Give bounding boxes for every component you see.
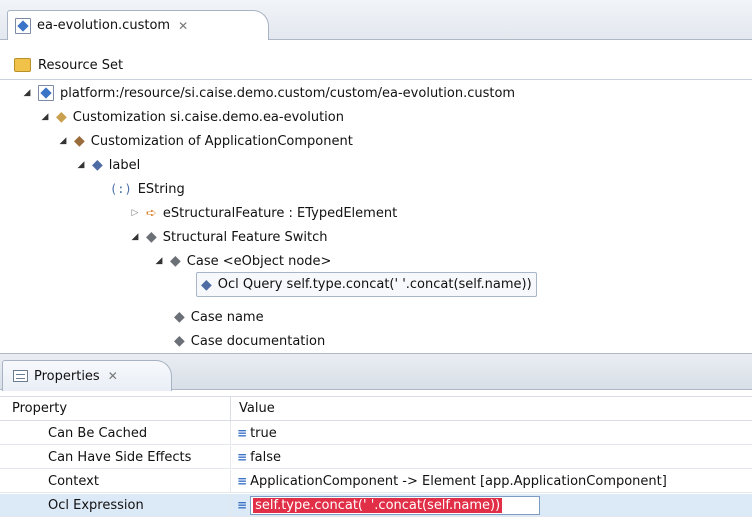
tree-node-label: Case name <box>190 309 264 325</box>
tree-node-customization-of[interactable]: ◢ ◆ Customization of ApplicationComponen… <box>58 129 353 153</box>
close-icon[interactable]: ✕ <box>108 369 118 383</box>
tree-node-label: platform:/resource/si.caise.demo.custom/… <box>60 85 516 101</box>
tree-node-label: Case <eObject node> <box>186 253 332 269</box>
property-value: true <box>250 425 277 441</box>
property-name: Can Have Side Effects <box>48 449 192 465</box>
value-icon: ≡ <box>237 450 247 464</box>
tree-node-label: Structural Feature Switch <box>162 229 328 245</box>
property-row-can-have-side-effects[interactable]: Can Have Side Effects ≡ false <box>0 446 752 469</box>
model-tree: ◢ platform:/resource/si.caise.demo.custo… <box>0 80 752 353</box>
tree-node-label: label <box>108 157 141 173</box>
property-value-cell[interactable]: ≡ ApplicationComponent -> Element [app.A… <box>230 470 752 492</box>
datatype-icon: (:) <box>110 182 132 196</box>
property-row-can-be-cached[interactable]: Can Be Cached ≡ true <box>0 422 752 445</box>
tree-node-case-documentation[interactable]: ◆ Case documentation <box>174 329 325 353</box>
file-icon <box>38 85 54 101</box>
tree-node-label: EString <box>137 181 185 197</box>
tree-node-label: Customization of ApplicationComponent <box>90 133 353 149</box>
expand-toggle[interactable]: ◢ <box>76 160 86 170</box>
property-row-context[interactable]: Context ≡ ApplicationComponent -> Elemen… <box>0 470 752 493</box>
tree-node-label: Case documentation <box>190 333 326 349</box>
tree-node-label: Ocl Query self.type.concat(' '.concat(se… <box>217 277 532 292</box>
column-divider[interactable] <box>230 397 231 422</box>
grid-header: Property Value <box>0 396 752 422</box>
tree-node-resource[interactable]: ◢ platform:/resource/si.caise.demo.custo… <box>22 81 515 105</box>
property-value-cell[interactable]: ≡ true <box>230 422 752 444</box>
properties-grid: Property Value Can Be Cached ≡ true Can … <box>0 396 752 522</box>
properties-tab-title: Properties <box>34 368 100 384</box>
expand-toggle[interactable]: ◢ <box>130 232 140 242</box>
properties-tab-bar: Properties ✕ <box>0 353 752 391</box>
property-value: ApplicationComponent -> Element [app.App… <box>250 473 667 489</box>
expand-toggle[interactable]: ◢ <box>22 88 32 98</box>
property-value-cell[interactable]: ≡ false <box>230 446 752 468</box>
property-row-ocl-expression[interactable]: Ocl Expression ≡ self.type.concat(' '.co… <box>0 494 752 517</box>
diamond-gray-icon: ◆ <box>170 253 181 269</box>
column-header-property[interactable]: Property <box>12 401 67 416</box>
expand-toggle[interactable]: ◢ <box>40 112 50 122</box>
tree-node-label-feature[interactable]: ◢ ◆ label <box>76 153 141 177</box>
link-icon: ➪ <box>146 205 157 221</box>
property-name: Context <box>48 473 99 489</box>
tree-node-customization[interactable]: ◢ ◆ Customization si.caise.demo.ea-evolu… <box>40 105 344 129</box>
tree-node-label: eStructuralFeature : ETypedElement <box>162 205 398 221</box>
editor-tab-title: ea-evolution.custom <box>37 18 171 33</box>
tree-node-case-eobject[interactable]: ◢ ◆ Case <eObject node> <box>154 249 332 273</box>
diamond-gray-icon: ◆ <box>174 309 185 325</box>
expand-toggle[interactable]: ◢ <box>154 256 164 266</box>
diamond-blue-icon: ◆ <box>92 157 103 173</box>
tree-node-ocl-query[interactable]: ◆ Ocl Query self.type.concat(' '.concat(… <box>196 272 537 297</box>
column-header-value[interactable]: Value <box>239 401 275 416</box>
tree-node-label: Customization si.caise.demo.ea-evolution <box>72 109 344 125</box>
expand-toggle[interactable]: ▷ <box>130 208 140 218</box>
tab-properties[interactable]: Properties ✕ <box>2 360 172 391</box>
property-name: Ocl Expression <box>48 497 144 513</box>
resource-set-header: Resource Set <box>0 52 752 78</box>
property-value: false <box>250 449 281 465</box>
tree-node-case-name[interactable]: ◆ Case name <box>174 305 264 329</box>
property-name: Can Be Cached <box>48 425 148 441</box>
folder-icon <box>14 58 31 72</box>
value-icon: ≡ <box>237 498 247 512</box>
tree-node-estring[interactable]: (:) EString <box>110 177 185 201</box>
editor-tab[interactable]: ea-evolution.custom ✕ <box>7 10 269 40</box>
value-icon: ≡ <box>237 426 247 440</box>
diamond-blue-icon: ◆ <box>201 276 212 293</box>
close-icon[interactable]: ✕ <box>178 19 188 33</box>
properties-icon <box>13 370 28 382</box>
editor-tab-bar: ea-evolution.custom ✕ <box>0 0 752 40</box>
diamond-gray-icon: ◆ <box>174 333 185 349</box>
value-icon: ≡ <box>237 474 247 488</box>
model-file-icon <box>15 17 31 34</box>
expand-toggle[interactable]: ◢ <box>58 136 68 146</box>
resource-set-label: Resource Set <box>38 57 124 73</box>
diamond-brown-icon: ◆ <box>74 133 85 149</box>
tree-node-structural-feature-switch[interactable]: ◢ ◆ Structural Feature Switch <box>130 225 328 249</box>
property-value-cell[interactable]: ≡ self.type.concat(' '.concat(self.name)… <box>230 494 752 516</box>
tree-node-estructuralfeature[interactable]: ▷ ➪ eStructuralFeature : ETypedElement <box>130 201 398 225</box>
diamond-tan-icon: ◆ <box>56 109 67 125</box>
diamond-gray-icon: ◆ <box>146 229 157 245</box>
selected-text: self.type.concat(' '.concat(self.name)) <box>253 497 503 513</box>
ocl-expression-input[interactable]: self.type.concat(' '.concat(self.name)) <box>250 495 541 515</box>
